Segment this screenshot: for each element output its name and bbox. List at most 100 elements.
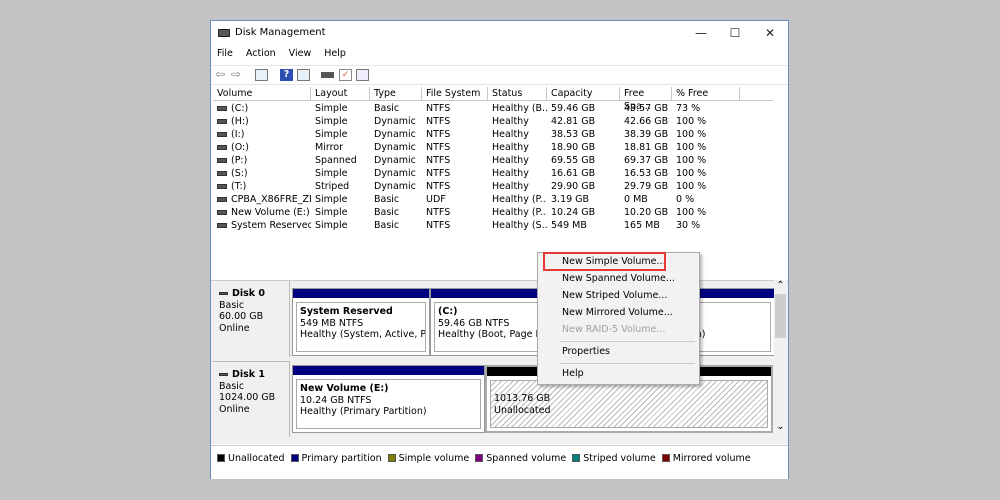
menu-item-new-striped-volume[interactable]: New Striped Volume...	[562, 290, 667, 301]
table-row[interactable]: CPBA_X86FRE_ZH... Simple Basic UDF Healthy (…	[213, 193, 773, 206]
cell-text: Dynamic	[374, 155, 416, 166]
disk-type: Basic	[219, 380, 245, 392]
cell-text: NTFS	[426, 168, 451, 179]
disk-type: Basic	[219, 299, 245, 311]
col-status[interactable]: Status	[488, 87, 547, 101]
legend-swatch	[387, 454, 396, 462]
scroll-down-button[interactable]: ⌄	[774, 421, 787, 432]
table-cell: NTFS	[422, 141, 488, 154]
disk-name: Disk 1	[232, 369, 266, 380]
table-cell: (C:)	[213, 102, 311, 115]
disk-graphical-pane: Disk 0 Basic 60.00 GB Online System Rese…	[211, 280, 788, 444]
disk-size: 1024.00 GB	[219, 392, 276, 403]
table-cell: 100 %	[672, 167, 740, 180]
table-row[interactable]: (O:) Mirror Dynamic NTFS Healthy 18.90 GB 18.8…	[213, 141, 773, 154]
menu-item-new-spanned-volume[interactable]: New Spanned Volume...	[562, 273, 675, 284]
cell-text: (H:)	[231, 116, 249, 127]
drive-icon	[217, 184, 227, 189]
table-cell: (S:)	[213, 167, 311, 180]
col-free-space[interactable]: Free Spa...	[620, 87, 672, 112]
table-cell: NTFS	[422, 128, 488, 141]
col-capacity[interactable]: Capacity	[547, 87, 620, 101]
help-icon[interactable]: ?	[280, 69, 293, 81]
col-file-system[interactable]: File System	[422, 87, 488, 101]
table-row[interactable]: (S:) Simple Dynamic NTFS Healthy 16.61 GB 16.5…	[213, 167, 773, 180]
cell-text: UDF	[426, 194, 446, 205]
table-cell: 549 MB	[547, 219, 620, 232]
table-row[interactable]: System Reserved Simple Basic NTFS Healthy (S…	[213, 219, 773, 232]
menu-item-help[interactable]: Help	[562, 368, 584, 379]
drive-icon	[217, 106, 227, 111]
legend-item: Simple volume	[387, 453, 469, 464]
cell-text: New Volume (E:)	[231, 207, 310, 218]
cell-text: 3.19 GB	[551, 194, 590, 205]
maximize-button[interactable]: ☐	[719, 21, 751, 46]
menu-item-new-mirrored-volume[interactable]: New Mirrored Volume...	[562, 307, 673, 318]
forward-icon[interactable]: ⇨	[231, 68, 244, 81]
cell-text: NTFS	[426, 103, 451, 114]
table-row[interactable]: (T:) Striped Dynamic NTFS Healthy 29.90 GB 29.…	[213, 180, 773, 193]
table-row[interactable]: New Volume (E:) Simple Basic NTFS Healthy (P…	[213, 206, 773, 219]
table-cell: NTFS	[422, 219, 488, 232]
legend-item: Primary partition	[290, 453, 382, 464]
table-cell: (O:)	[213, 141, 311, 154]
close-button[interactable]: ✕	[754, 21, 786, 46]
partition-system-reserved[interactable]: System Reserved 549 MB NTFS Healthy (Sys…	[292, 288, 430, 356]
table-cell: NTFS	[422, 206, 488, 219]
menu-item-properties[interactable]: Properties	[562, 346, 610, 357]
highlight-box	[543, 252, 666, 271]
col-volume[interactable]: Volume	[213, 87, 311, 101]
cell-text: 100 %	[676, 129, 707, 140]
menu-separator	[560, 341, 695, 342]
scroll-up-button[interactable]: ⌃	[774, 280, 787, 292]
partition-size: 10.24 GB NTFS	[300, 394, 372, 406]
scroll-thumb[interactable]	[775, 294, 786, 338]
cell-text: 38.39 GB	[624, 129, 669, 140]
cell-text: 0 MB	[624, 194, 648, 205]
col-layout[interactable]: Layout	[311, 87, 370, 101]
cell-text: 10.24 GB	[551, 207, 596, 218]
cell-text: 165 MB	[624, 220, 660, 231]
table-row[interactable]: (H:) Simple Dynamic NTFS Healthy 42.81 GB 42.6…	[213, 115, 773, 128]
cell-text: 59.46 GB	[551, 103, 596, 114]
cell-text: Basic	[374, 103, 400, 114]
col-type[interactable]: Type	[370, 87, 422, 101]
menu-help[interactable]: Help	[324, 48, 346, 59]
minimize-button[interactable]: —	[685, 21, 717, 46]
legend-label: Primary partition	[301, 453, 382, 464]
disk-management-window: Disk Management — ☐ ✕ File Action View Help…	[210, 20, 789, 479]
partition-title: System Reserved	[300, 306, 393, 317]
cell-text: Healthy	[492, 168, 529, 179]
cell-text: NTFS	[426, 142, 451, 153]
menu-view[interactable]: View	[289, 48, 312, 59]
check-icon[interactable]: ✓	[339, 69, 352, 81]
col-percent-free[interactable]: % Free	[672, 87, 740, 101]
partition-new-volume-e[interactable]: New Volume (E:) 10.24 GB NTFS Healthy (P…	[292, 365, 485, 433]
table-cell: (P:)	[213, 154, 311, 167]
console-tree-icon[interactable]	[255, 69, 268, 81]
back-icon[interactable]: ⇦	[215, 68, 228, 81]
properties-icon[interactable]	[356, 69, 369, 81]
legend-swatch	[661, 454, 670, 462]
table-cell: Healthy	[488, 115, 547, 128]
cell-text: 73 %	[676, 103, 701, 114]
cell-text: Simple	[315, 103, 348, 114]
table-row[interactable]: (P:) Spanned Dynamic NTFS Healthy 69.55 GB 69.…	[213, 154, 773, 167]
disk-0-label[interactable]: Disk 0 Basic 60.00 GB Online	[212, 281, 290, 357]
drive-icon	[217, 119, 227, 124]
table-cell: 100 %	[672, 154, 740, 167]
partition-status: Healthy (Primary Partition)	[300, 406, 427, 417]
menu-action[interactable]: Action	[246, 48, 276, 59]
table-row[interactable]: (I:) Simple Dynamic NTFS Healthy 38.53 GB 38.3…	[213, 128, 773, 141]
disk-1-label[interactable]: Disk 1 Basic 1024.00 GB Online	[212, 361, 290, 437]
partition-title: New Volume (E:)	[300, 383, 389, 394]
table-row[interactable]: (C:) Simple Basic NTFS Healthy (B... 59.46 GB…	[213, 102, 773, 115]
menu-file[interactable]: File	[217, 48, 233, 59]
table-cell: 16.53 GB	[620, 167, 672, 180]
cell-text: Healthy	[492, 129, 529, 140]
cell-text: 42.81 GB	[551, 116, 596, 127]
action-pane-icon[interactable]	[297, 69, 310, 81]
connect-icon[interactable]	[321, 72, 334, 78]
cell-text: NTFS	[426, 116, 451, 127]
vertical-scrollbar[interactable]: ⌃ ⌄	[774, 280, 787, 432]
